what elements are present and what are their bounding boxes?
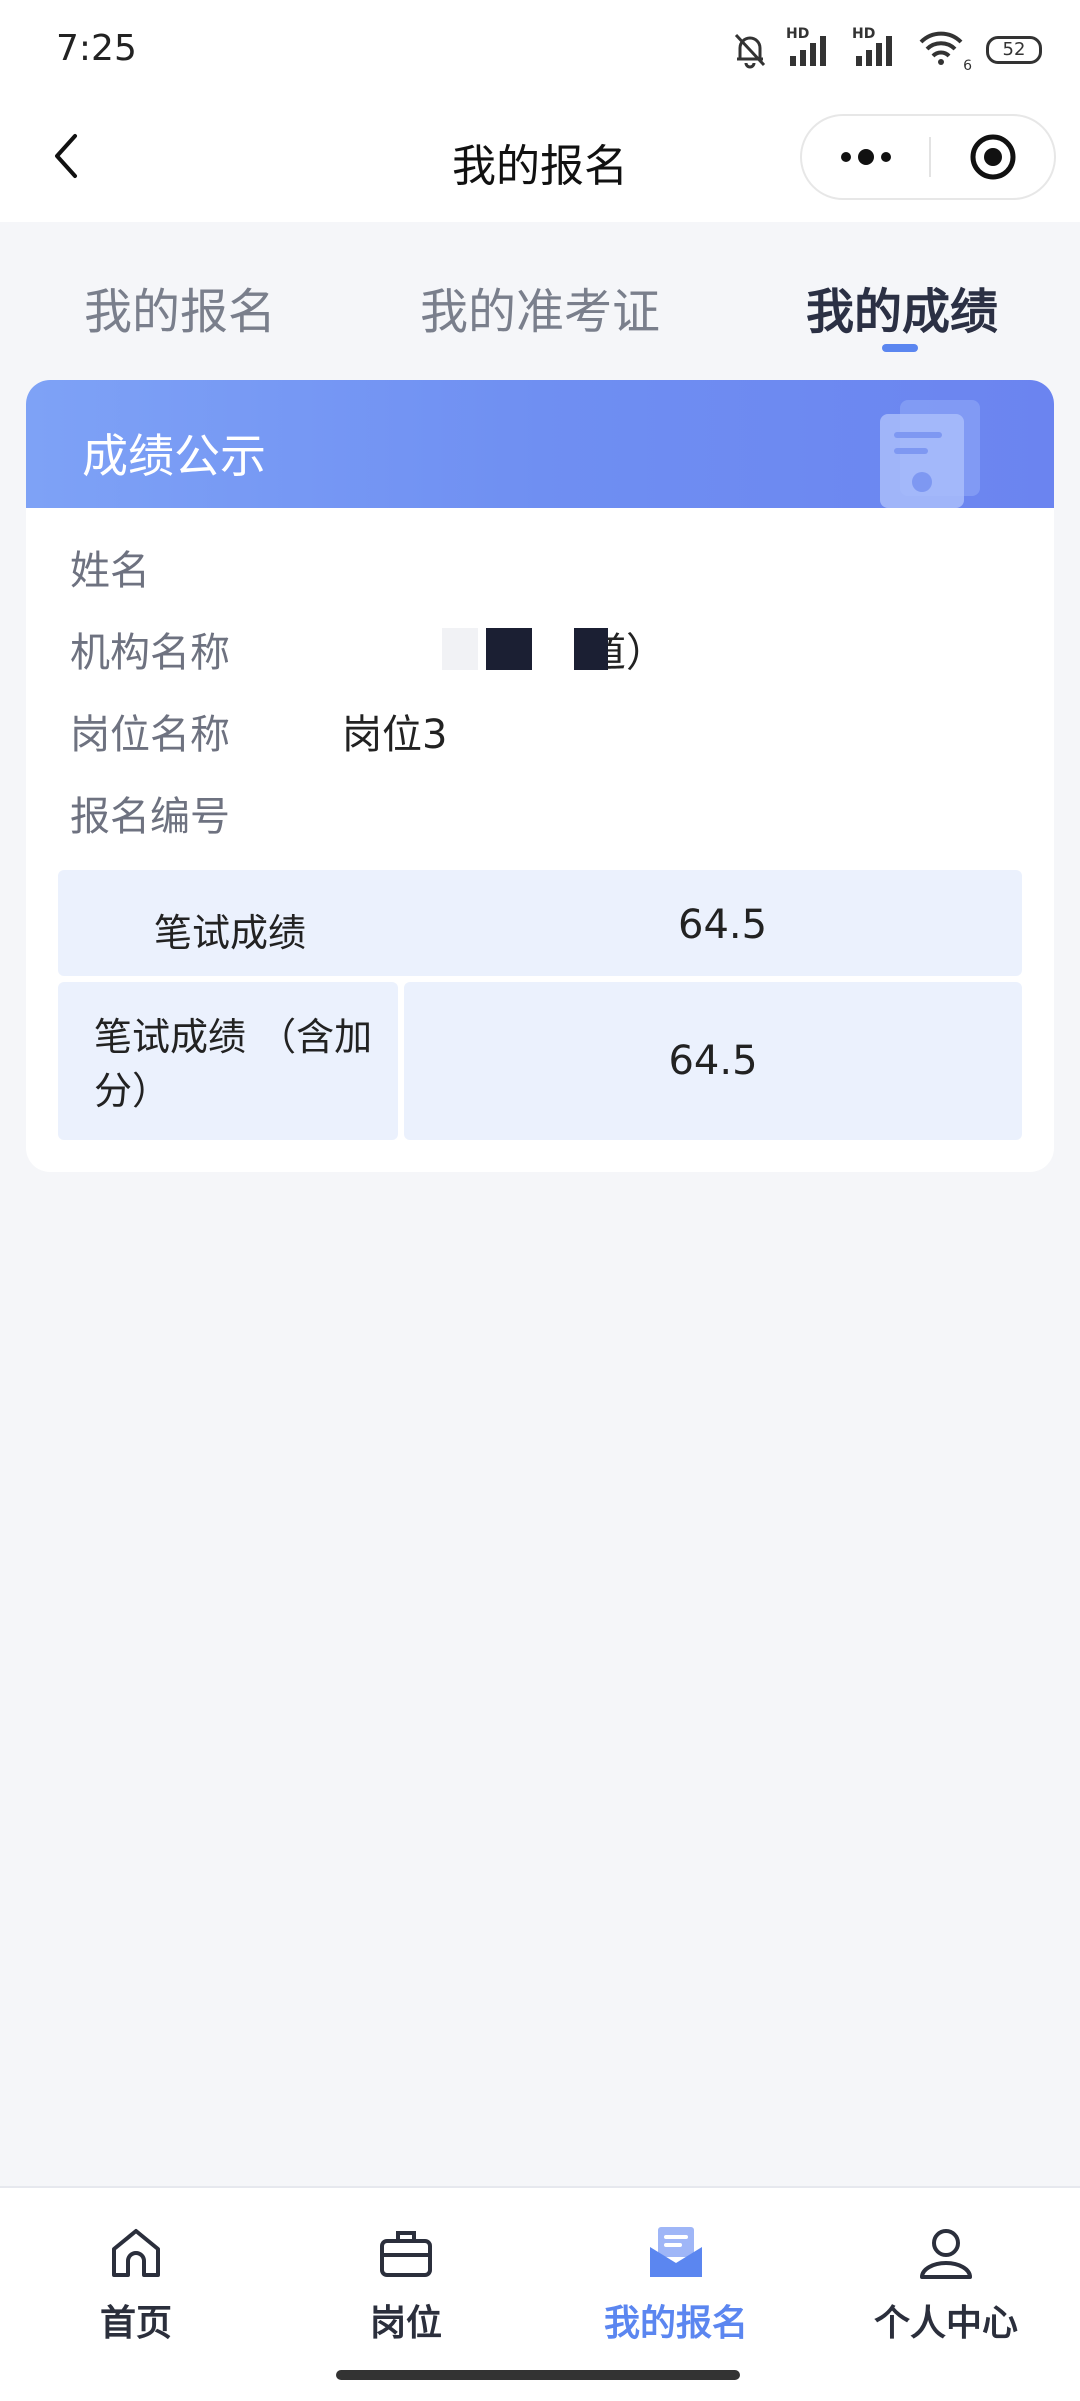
signal-1: HD — [786, 26, 834, 70]
signal-bars-icon — [790, 36, 826, 66]
field-label-reg-no: 报名编号 — [70, 794, 230, 840]
envelope-icon — [650, 2227, 702, 2277]
bottom-nav-home[interactable]: 首页 — [36, 2218, 236, 2346]
score-label-written-bonus: 笔试成绩 （含加分） — [94, 1015, 373, 1113]
score-value-cell-bonus: 64.5 — [404, 982, 1022, 1140]
home-indicator[interactable] — [336, 2370, 740, 2380]
score-row-written: 笔试成绩 64.5 — [58, 870, 1022, 976]
bottom-nav-label: 我的报名 — [603, 2303, 748, 2344]
wifi: 6 — [918, 30, 972, 74]
bottom-nav-label: 个人中心 — [873, 2303, 1018, 2344]
miniprogram-capsule — [800, 114, 1056, 200]
certificate-icon — [880, 400, 980, 508]
tab-my-scores[interactable]: 我的成绩 — [806, 272, 998, 342]
card-header-title: 成绩公示 — [82, 429, 266, 483]
tab-bar: 我的报名 我的准考证 我的成绩 — [0, 222, 1080, 362]
more-button[interactable] — [802, 116, 929, 198]
signal-2: HD — [852, 26, 900, 70]
bottom-nav-my-registration[interactable]: 我的报名 — [576, 2218, 776, 2346]
wifi-badge: 6 — [963, 58, 972, 74]
tab-my-registration[interactable]: 我的报名 — [84, 272, 276, 342]
briefcase-icon-wrap — [371, 2218, 441, 2288]
field-label-position: 岗位名称 — [70, 712, 230, 758]
bottom-nav-label: 首页 — [99, 2303, 172, 2344]
status-bar: 7:25 HD HD 6 52 — [0, 0, 1080, 100]
score-value-written-bonus: 64.5 — [668, 1038, 758, 1084]
more-dots-icon — [840, 149, 891, 165]
battery-icon: 52 — [986, 36, 1042, 64]
home-icon — [112, 2229, 160, 2277]
briefcase-icon — [380, 2231, 432, 2277]
field-label-name: 姓名 — [70, 548, 150, 594]
close-miniprogram-button[interactable] — [931, 116, 1054, 198]
redaction-mask — [574, 628, 608, 670]
redaction-mask — [442, 628, 478, 670]
status-icons: HD HD 6 52 — [732, 26, 1042, 74]
active-tab-indicator — [882, 344, 918, 352]
card-header: 成绩公示 — [26, 380, 1054, 508]
field-label-org: 机构名称 — [70, 630, 230, 676]
bottom-nav-label: 岗位 — [369, 2303, 442, 2344]
envelope-icon-wrap — [641, 2218, 711, 2288]
home-icon-wrap — [101, 2218, 171, 2288]
bell-muted-icon — [734, 33, 766, 69]
user-icon-wrap — [911, 2218, 981, 2288]
signal-bars-icon — [856, 36, 892, 66]
nav-bar: 我的报名 — [0, 100, 1080, 222]
redaction-mask — [486, 628, 532, 670]
bottom-nav-profile[interactable]: 个人中心 — [846, 2218, 1046, 2346]
status-time: 7:25 — [56, 28, 137, 69]
bottom-nav-positions[interactable]: 岗位 — [306, 2218, 506, 2346]
score-label-cell-bonus: 笔试成绩 （含加分） — [58, 982, 398, 1140]
bottom-nav: 首页 岗位 我的报名 个人中心 — [0, 2186, 1080, 2401]
score-value-written: 64.5 — [678, 902, 768, 948]
user-icon — [920, 2229, 972, 2279]
field-value-position: 岗位3 — [342, 712, 448, 758]
score-card: 成绩公示 姓名 机构名称 道） 岗位名称 岗位3 报名编号 笔试成绩 64.5 … — [26, 380, 1054, 1172]
target-close-icon — [970, 134, 1015, 180]
score-label-written: 笔试成绩 — [154, 911, 307, 955]
wifi-icon — [919, 31, 963, 65]
tab-admission-ticket[interactable]: 我的准考证 — [420, 272, 660, 342]
